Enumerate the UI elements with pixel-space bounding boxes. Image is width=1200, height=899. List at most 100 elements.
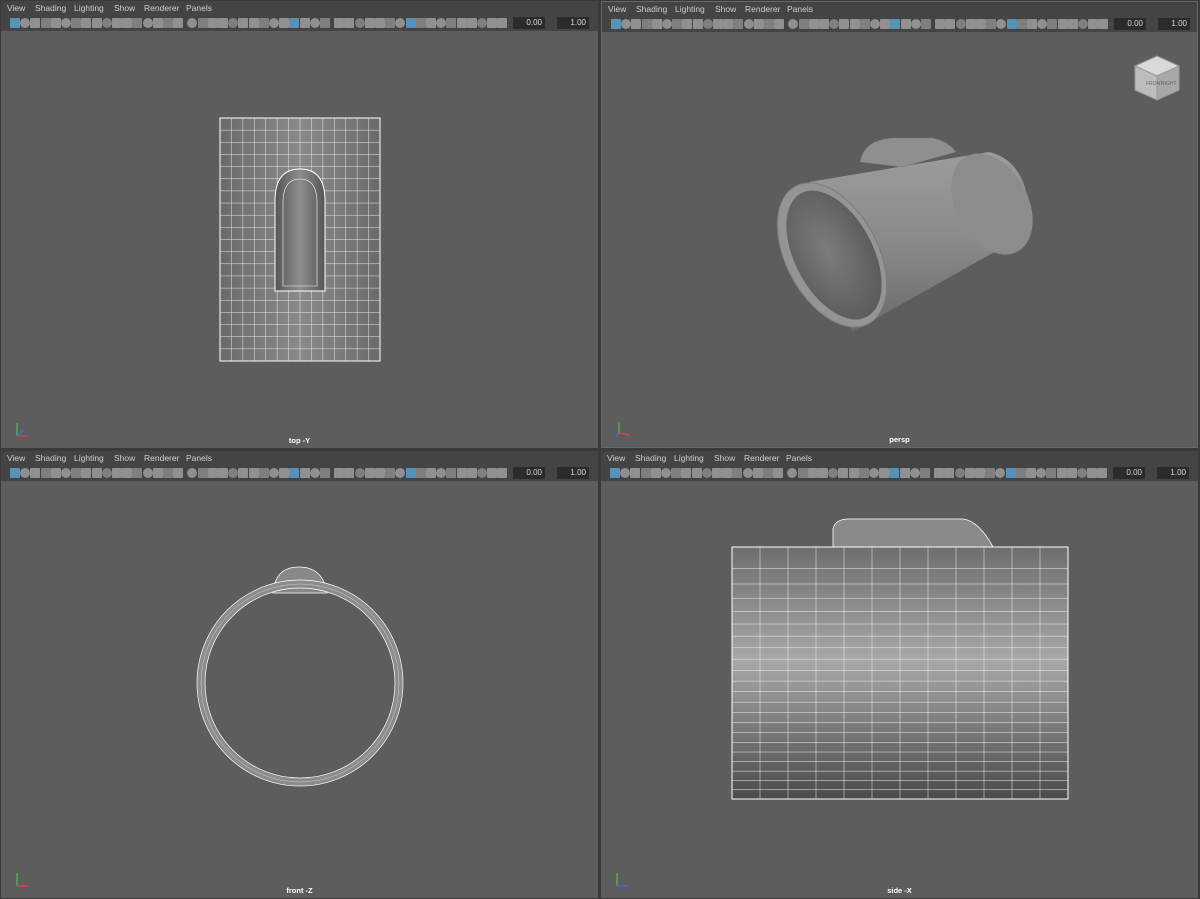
toolbar-icon[interactable]	[650, 468, 661, 478]
viewport-panel-side[interactable]: View Shading Lighting Show Renderer Panels 0.…	[601, 451, 1198, 898]
toolbar-icon[interactable]	[61, 18, 71, 28]
toolbar-icon[interactable]	[691, 468, 702, 478]
toolbar-icon[interactable]	[122, 468, 133, 478]
toolbar-icon[interactable]	[142, 18, 153, 28]
toolbar-icon[interactable]	[1036, 468, 1047, 478]
toolbar-icon[interactable]	[173, 468, 184, 478]
toolbar-icon[interactable]	[682, 19, 693, 29]
toolbar-icon[interactable]	[839, 19, 850, 29]
toolbar-icon[interactable]	[364, 18, 375, 28]
toolbar-icon[interactable]	[289, 18, 300, 28]
toolbar-icon[interactable]	[344, 468, 355, 478]
toolbar-icon[interactable]	[819, 19, 829, 29]
menu-shading[interactable]: Shading	[635, 453, 666, 463]
toolbar-icon[interactable]	[187, 18, 198, 28]
toolbar-icon[interactable]	[1027, 19, 1037, 29]
toolbar-icon[interactable]	[152, 468, 163, 478]
toolbar-icon[interactable]	[132, 18, 143, 28]
toolbar-icon[interactable]	[334, 18, 345, 28]
toolbar-icon[interactable]	[344, 18, 355, 28]
viewport-panel-front[interactable]: View Shading Lighting Show Renderer Panels 0.…	[1, 451, 598, 898]
toolbar-icon[interactable]	[1006, 19, 1017, 29]
toolbar-icon[interactable]	[279, 468, 290, 478]
toolbar-icon[interactable]	[405, 18, 416, 28]
menu-lighting[interactable]: Lighting	[674, 453, 704, 463]
toolbar-icon[interactable]	[722, 468, 733, 478]
toolbar-icon[interactable]	[426, 18, 436, 28]
toolbar-icon[interactable]	[354, 468, 365, 478]
toolbar-icon[interactable]	[1057, 19, 1068, 29]
toolbar-icon[interactable]	[900, 19, 911, 29]
toolbar-icon[interactable]	[1046, 468, 1057, 478]
toolbar-icon[interactable]	[1067, 19, 1078, 29]
toolbar-icon[interactable]	[713, 19, 723, 29]
toolbar-icon[interactable]	[849, 19, 860, 29]
toolbar-icon[interactable]	[334, 468, 345, 478]
field-a[interactable]: 0.00	[513, 467, 545, 479]
toolbar-icon[interactable]	[818, 468, 828, 478]
toolbar-icon[interactable]	[364, 468, 375, 478]
toolbar-icon[interactable]	[101, 18, 112, 28]
toolbar-icon[interactable]	[753, 19, 764, 29]
toolbar-icon[interactable]	[375, 18, 385, 28]
toolbar-icon[interactable]	[671, 468, 682, 478]
toolbar-icon[interactable]	[640, 468, 651, 478]
toolbar-icon[interactable]	[899, 468, 910, 478]
toolbar-icon[interactable]	[909, 468, 920, 478]
toolbar-icon[interactable]	[910, 19, 921, 29]
toolbar-icon[interactable]	[487, 468, 498, 478]
toolbar-icon[interactable]	[299, 468, 310, 478]
toolbar-icon[interactable]	[163, 468, 173, 478]
menu-view[interactable]: View	[7, 453, 25, 463]
viewport-side[interactable]: side -X	[601, 481, 1198, 898]
toolbar-icon[interactable]	[122, 18, 133, 28]
toolbar-icon[interactable]	[279, 18, 290, 28]
toolbar-icon[interactable]	[466, 18, 477, 28]
toolbar-icon[interactable]	[955, 19, 966, 29]
toolbar-icon[interactable]	[934, 468, 945, 478]
toolbar-icon[interactable]	[1037, 19, 1048, 29]
toolbar-icon[interactable]	[197, 468, 208, 478]
menu-panels[interactable]: Panels	[186, 3, 212, 13]
toolbar-icon[interactable]	[808, 19, 819, 29]
toolbar-icon[interactable]	[944, 468, 955, 478]
toolbar-icon[interactable]	[50, 18, 61, 28]
toolbar-icon[interactable]	[681, 468, 692, 478]
toolbar-icon[interactable]	[702, 19, 713, 29]
toolbar-icon[interactable]	[742, 468, 753, 478]
toolbar-icon[interactable]	[320, 18, 330, 28]
field-b[interactable]: 1.00	[557, 17, 589, 29]
toolbar-icon[interactable]	[701, 468, 712, 478]
toolbar-icon[interactable]	[163, 18, 173, 28]
toolbar-icon[interactable]	[354, 18, 365, 28]
toolbar-icon[interactable]	[40, 468, 51, 478]
toolbar-icon[interactable]	[50, 468, 61, 478]
view-cube-icon[interactable]: FRONT RIGHT	[1131, 52, 1183, 104]
toolbar-icon[interactable]	[238, 18, 249, 28]
toolbar-icon[interactable]	[20, 468, 31, 478]
menu-shading[interactable]: Shading	[35, 3, 66, 13]
toolbar-icon[interactable]	[81, 468, 92, 478]
toolbar-icon[interactable]	[207, 18, 218, 28]
toolbar-icon[interactable]	[838, 468, 849, 478]
toolbar-icon[interactable]	[651, 19, 662, 29]
toolbar-icon[interactable]	[446, 18, 457, 28]
toolbar-icon[interactable]	[91, 468, 102, 478]
toolbar-icon[interactable]	[935, 19, 946, 29]
toolbar-icon[interactable]	[829, 19, 840, 29]
viewport-panel-top[interactable]: View Shading Lighting Show Renderer Panels 0.…	[1, 1, 598, 448]
menu-shading[interactable]: Shading	[636, 4, 667, 14]
toolbar-icon[interactable]	[309, 468, 320, 478]
toolbar-icon[interactable]	[921, 19, 931, 29]
toolbar-icon[interactable]	[10, 18, 20, 28]
viewport-front[interactable]: front -Z	[1, 481, 598, 898]
toolbar-icon[interactable]	[228, 18, 239, 28]
toolbar-icon[interactable]	[497, 18, 508, 28]
toolbar-icon[interactable]	[964, 468, 975, 478]
toolbar-icon[interactable]	[621, 19, 632, 29]
toolbar-icon[interactable]	[152, 18, 163, 28]
toolbar-icon[interactable]	[207, 468, 218, 478]
toolbar-icon[interactable]	[218, 18, 228, 28]
toolbar-icon[interactable]	[1026, 468, 1036, 478]
toolbar-icon[interactable]	[1098, 19, 1109, 29]
